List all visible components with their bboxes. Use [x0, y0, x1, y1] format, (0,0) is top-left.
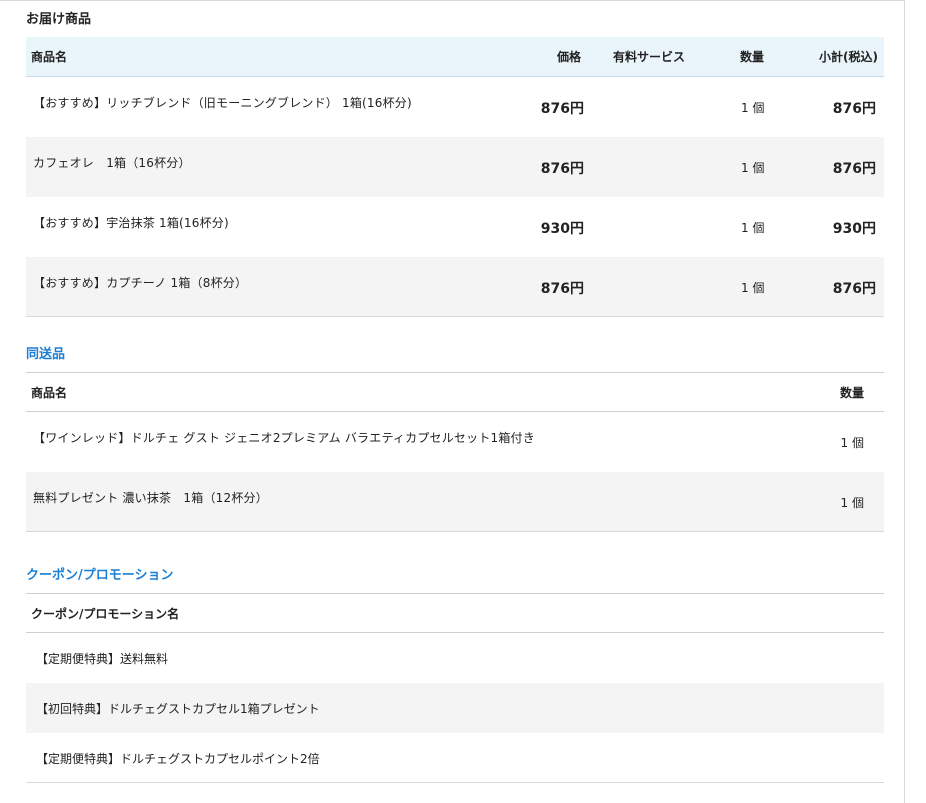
- product-quantity: 1 個: [840, 436, 864, 450]
- delivery-section-title: お届け商品: [26, 12, 92, 27]
- coupon-name: 【定期便特典】ドルチェグストカプセルポイント2倍: [36, 752, 320, 766]
- table-row: 【おすすめ】カプチーノ 1箱（8杯分） 876円 1 個 876円: [26, 257, 884, 317]
- bundled-table-header: 商品名 数量: [26, 372, 884, 412]
- product-price: 876円: [540, 281, 584, 297]
- bundled-table: 商品名 数量 【ワインレッド】ドルチェ グスト ジェニオ2プレミアム バラエティ…: [26, 372, 884, 532]
- product-subtotal: 876円: [832, 101, 876, 117]
- header-paid-service: 有料サービス: [613, 50, 686, 64]
- table-row: 無料プレゼント 濃い抹茶 1箱（12杯分） 1 個: [26, 472, 884, 532]
- product-price: 876円: [540, 101, 584, 117]
- coupon-name: 【初回特典】ドルチェグストカプセル1箱プレゼント: [36, 702, 320, 716]
- header-subtotal: 小計(税込): [819, 50, 878, 64]
- table-row: 【初回特典】ドルチェグストカプセル1箱プレゼント: [26, 683, 884, 733]
- coupon-table-header: クーポン/プロモーション名: [26, 593, 884, 633]
- header-product-name: 商品名: [31, 50, 68, 64]
- table-row: 【おすすめ】宇治抹茶 1箱(16杯分) 930円 1 個 930円: [26, 197, 884, 257]
- product-price: 930円: [540, 221, 584, 237]
- product-quantity: 1 個: [741, 281, 765, 295]
- header-coupon-name: クーポン/プロモーション名: [31, 606, 180, 621]
- product-name: 無料プレゼント 濃い抹茶 1箱（12杯分）: [33, 491, 268, 505]
- product-subtotal: 876円: [832, 281, 876, 297]
- bundled-section-title: 同送品: [26, 347, 66, 362]
- product-quantity: 1 個: [741, 101, 765, 115]
- product-name: 【ワインレッド】ドルチェ グスト ジェニオ2プレミアム バラエティカプセルセット…: [33, 431, 535, 445]
- header-quantity: 数量: [839, 385, 864, 400]
- product-quantity: 1 個: [840, 496, 864, 510]
- header-price: 価格: [557, 50, 582, 64]
- product-quantity: 1 個: [741, 221, 765, 235]
- header-quantity: 数量: [740, 50, 765, 64]
- coupon-name: 【定期便特典】送料無料: [36, 652, 169, 666]
- product-name: 【おすすめ】宇治抹茶 1箱(16杯分): [33, 216, 229, 230]
- top-divider: [0, 0, 904, 1]
- product-subtotal: 876円: [832, 161, 876, 177]
- product-name: 【おすすめ】カプチーノ 1箱（8杯分）: [33, 276, 248, 290]
- right-divider: [904, 0, 905, 803]
- table-row: 【おすすめ】リッチブレンド（旧モーニングブレンド） 1箱(16杯分) 876円 …: [26, 77, 884, 137]
- coupon-table: クーポン/プロモーション名 【定期便特典】送料無料 【初回特典】ドルチェグストカ…: [26, 593, 884, 783]
- header-product-name: 商品名: [31, 385, 68, 400]
- delivery-table-header: 商品名 価格 有料サービス 数量 小計(税込): [26, 37, 884, 77]
- product-name: カフェオレ 1箱（16杯分）: [33, 156, 191, 170]
- product-subtotal: 930円: [832, 221, 876, 237]
- table-row: 【定期便特典】ドルチェグストカプセルポイント2倍: [26, 733, 884, 783]
- table-row: カフェオレ 1箱（16杯分） 876円 1 個 876円: [26, 137, 884, 197]
- delivery-table: 商品名 価格 有料サービス 数量 小計(税込) 【おすすめ】リッチブレンド（旧モ…: [26, 37, 884, 317]
- product-price: 876円: [540, 161, 584, 177]
- table-row: 【定期便特典】送料無料: [26, 633, 884, 683]
- product-quantity: 1 個: [741, 161, 765, 175]
- coupon-section-title: クーポン/プロモーション: [26, 568, 174, 583]
- product-name: 【おすすめ】リッチブレンド（旧モーニングブレンド） 1箱(16杯分): [33, 96, 412, 110]
- table-row: 【ワインレッド】ドルチェ グスト ジェニオ2プレミアム バラエティカプセルセット…: [26, 412, 884, 472]
